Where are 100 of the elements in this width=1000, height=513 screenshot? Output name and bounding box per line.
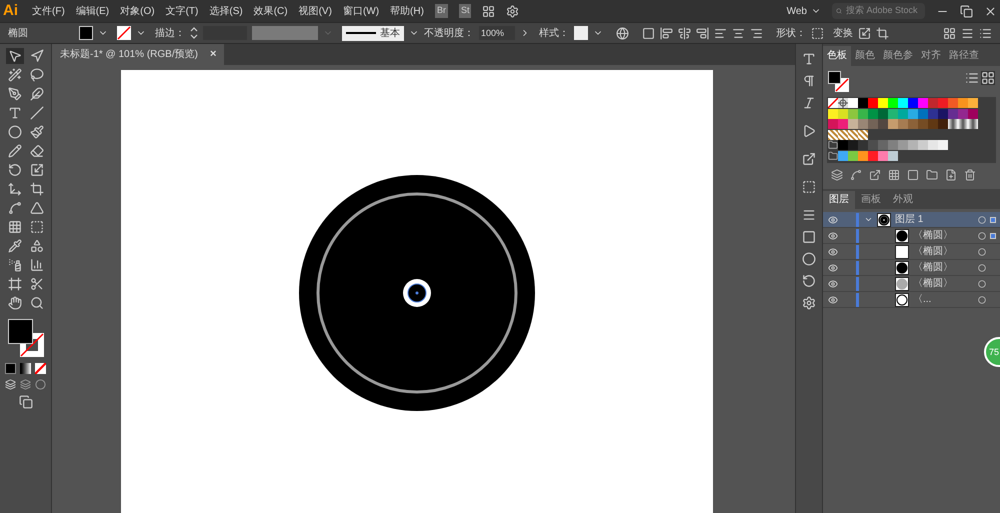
gradient-swatch[interactable] <box>958 119 968 129</box>
color-swatch[interactable] <box>948 108 958 118</box>
color-swatch[interactable] <box>928 140 938 150</box>
color-swatch[interactable] <box>868 119 878 129</box>
bounding-box-icon[interactable] <box>811 26 824 40</box>
gradient-mode-button[interactable] <box>20 363 31 374</box>
color-swatch[interactable] <box>858 140 868 150</box>
pattern-swatch[interactable] <box>838 130 848 140</box>
color-swatch[interactable] <box>878 119 888 129</box>
visibility-icon[interactable] <box>828 262 838 272</box>
pattern-swatch[interactable] <box>828 130 838 140</box>
color-mode-button[interactable] <box>5 363 16 374</box>
layer-row[interactable]: 〈椭圆〉 <box>823 276 1000 292</box>
character-icon[interactable] <box>802 52 816 66</box>
gradient-swatch[interactable] <box>948 119 958 129</box>
color-swatch[interactable] <box>858 119 868 129</box>
color-swatch[interactable] <box>928 119 938 129</box>
pencil-icon[interactable] <box>6 143 24 159</box>
color-swatch[interactable] <box>928 108 938 118</box>
color-swatch[interactable] <box>868 150 878 160</box>
menu-item[interactable]: 帮助(H) <box>390 4 424 18</box>
search-field[interactable]: 搜索 Adobe Stock <box>832 3 925 19</box>
opacity-field[interactable]: 100% <box>479 26 515 40</box>
selection-icon[interactable] <box>6 48 24 64</box>
workspace-switcher[interactable]: Web <box>786 4 821 18</box>
stroke-color-well[interactable] <box>117 26 131 40</box>
color-swatch[interactable] <box>938 140 948 150</box>
color-swatch[interactable] <box>888 119 898 129</box>
color-swatch[interactable] <box>848 108 858 118</box>
color-swatch[interactable] <box>858 98 868 108</box>
document-tab[interactable]: 未标题-1* @ 101% (RGB/预览) × <box>52 44 224 65</box>
delete-icon[interactable] <box>964 169 976 181</box>
color-swatch[interactable] <box>838 119 848 129</box>
new-group-icon[interactable] <box>926 169 938 181</box>
panel-tab[interactable]: 颜色 <box>851 46 879 66</box>
color-swatch[interactable] <box>878 140 888 150</box>
layer-row[interactable]: 〈椭圆〉 <box>823 260 1000 276</box>
panel-tab[interactable]: 色板 <box>823 46 851 66</box>
panel-tab[interactable]: 路径查 <box>945 46 983 66</box>
color-swatch[interactable] <box>928 98 938 108</box>
color-swatch[interactable] <box>958 108 968 118</box>
color-swatch[interactable] <box>868 140 878 150</box>
restore-icon[interactable] <box>960 4 973 18</box>
menu-item[interactable]: 对象(O) <box>120 4 155 18</box>
visibility-icon[interactable] <box>828 246 838 256</box>
ellipse-icon[interactable] <box>6 124 24 140</box>
none-mode-button[interactable] <box>35 363 46 374</box>
menu-item[interactable]: 窗口(W) <box>342 4 380 18</box>
export-icon[interactable] <box>802 152 816 166</box>
color-swatch[interactable] <box>908 119 918 129</box>
color-swatch[interactable] <box>828 108 838 118</box>
play-icon[interactable] <box>802 124 816 138</box>
list-view-icon[interactable] <box>965 71 979 85</box>
color-swatch[interactable] <box>888 108 898 118</box>
color-swatch[interactable] <box>848 119 858 129</box>
color-swatch[interactable] <box>858 108 868 118</box>
color-swatch[interactable] <box>918 108 928 118</box>
close-tab-button[interactable]: × <box>210 46 216 63</box>
color-swatch[interactable] <box>878 150 888 160</box>
screen-mode-icon[interactable] <box>18 395 34 409</box>
color-swatch[interactable] <box>888 140 898 150</box>
color-swatch[interactable] <box>958 98 968 108</box>
menu-item[interactable]: 选择(S) <box>209 4 243 18</box>
list-icon[interactable] <box>979 26 992 40</box>
style-swatch[interactable] <box>574 26 588 40</box>
close-icon[interactable] <box>984 4 997 18</box>
color-swatch[interactable] <box>848 98 858 108</box>
magic-wand-icon[interactable] <box>6 67 24 83</box>
panel-tab[interactable]: 外观 <box>887 191 919 209</box>
menu-item[interactable]: 文件(F) <box>32 4 65 18</box>
visibility-icon[interactable] <box>828 230 838 240</box>
color-swatch[interactable] <box>878 108 888 118</box>
menu-item[interactable]: 文字(T) <box>166 4 198 18</box>
layer-row[interactable]: 〈椭圆〉 <box>823 228 1000 244</box>
color-swatch[interactable] <box>878 98 888 108</box>
artboard-icon[interactable] <box>6 276 24 292</box>
color-swatch[interactable] <box>918 140 928 150</box>
color-swatch[interactable] <box>908 140 918 150</box>
layout-icon[interactable] <box>482 4 496 18</box>
gears-icon[interactable] <box>802 296 816 310</box>
selection-indicator[interactable] <box>990 216 996 222</box>
recolor-icon[interactable] <box>616 26 629 40</box>
paintbrush-icon[interactable] <box>28 124 46 140</box>
pattern-swatch[interactable] <box>848 130 858 140</box>
color-swatch[interactable] <box>938 98 948 108</box>
paragraph-icon[interactable] <box>802 74 816 88</box>
gradient-swatch[interactable] <box>968 119 978 129</box>
color-swatch[interactable] <box>898 108 908 118</box>
menu-item[interactable]: 编辑(E) <box>76 4 110 18</box>
lasso-icon[interactable] <box>28 67 46 83</box>
color-swatch[interactable] <box>918 119 928 129</box>
fill-stroke-drawing[interactable] <box>6 319 46 359</box>
color-swatch[interactable] <box>848 140 858 150</box>
color-swatch[interactable] <box>838 140 848 150</box>
selection-indicator[interactable] <box>990 232 996 238</box>
color-swatch[interactable] <box>898 98 908 108</box>
visibility-icon[interactable] <box>828 214 838 224</box>
app-launcher-button[interactable]: St <box>458 4 472 18</box>
transform-link[interactable]: 变换 <box>833 26 853 40</box>
align-left-icon[interactable] <box>660 26 673 40</box>
